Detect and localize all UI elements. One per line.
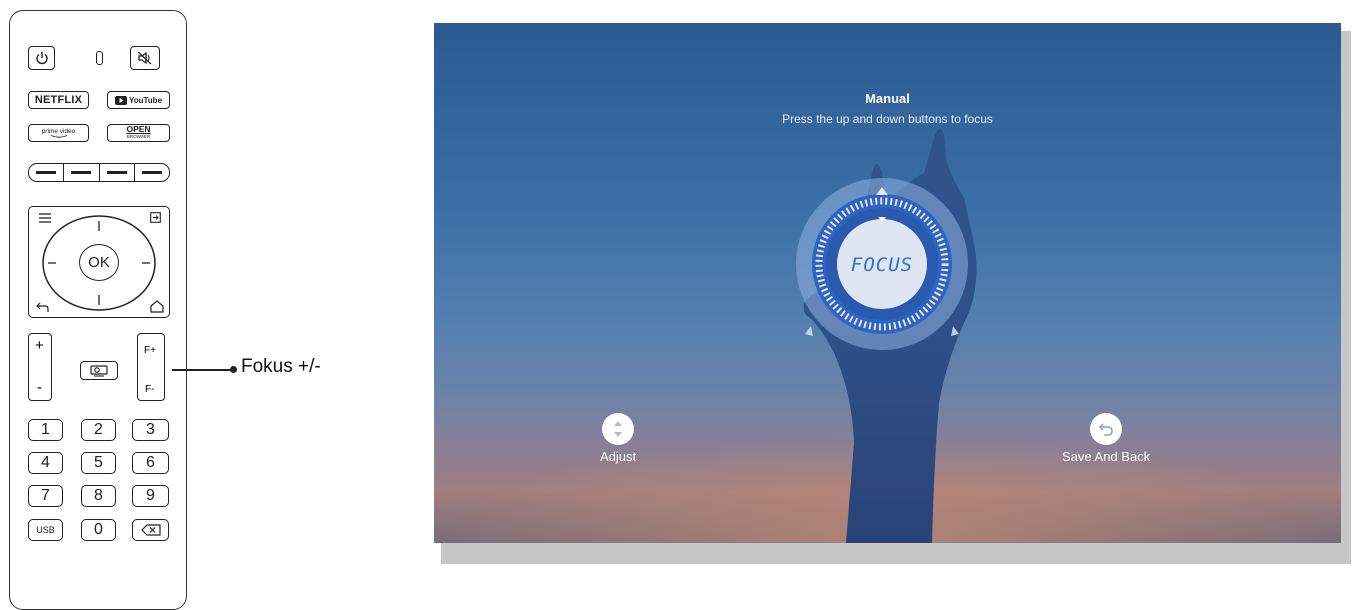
focus-rocker[interactable]: F+ F- <box>137 333 165 401</box>
usb-button[interactable]: USB <box>28 519 63 541</box>
callout-line <box>172 369 232 371</box>
ok-button[interactable]: OK <box>79 244 119 281</box>
projector-icon <box>90 364 108 377</box>
power-button[interactable] <box>28 46 55 70</box>
volume-down-label: - <box>37 379 42 396</box>
screen-subtitle: Press the up and down buttons to focus <box>782 112 993 126</box>
youtube-button[interactable]: YouTube <box>107 91 170 109</box>
prime-video-button[interactable]: prime video <box>28 124 89 142</box>
color-key-1[interactable] <box>29 164 65 181</box>
mute-button[interactable] <box>130 46 160 70</box>
back-icon[interactable] <box>36 302 49 313</box>
projector-screen: Manual Press the up and down buttons to … <box>434 23 1341 543</box>
updown-arrows-icon <box>602 413 635 445</box>
color-key-4[interactable] <box>135 164 169 181</box>
digit-0-button[interactable]: 0 <box>81 519 116 541</box>
save-back-label: Save And Back <box>1062 449 1151 464</box>
focus-dial[interactable]: FOCUS <box>795 177 969 351</box>
projector-button[interactable] <box>80 361 118 380</box>
digit-8-button[interactable]: 8 <box>81 485 116 507</box>
home-icon[interactable] <box>150 300 164 313</box>
power-icon <box>35 52 48 65</box>
netflix-button[interactable]: NETFLIX <box>28 91 89 109</box>
focus-up-label: F+ <box>144 345 156 356</box>
callout-label: Fokus +/- <box>241 356 321 377</box>
digit-7-button[interactable]: 7 <box>28 485 63 507</box>
screen-title: Manual <box>865 91 910 106</box>
color-keys-bar <box>28 163 170 182</box>
digit-9-button[interactable]: 9 <box>132 485 169 507</box>
digit-3-button[interactable]: 3 <box>132 419 169 441</box>
digit-1-button[interactable]: 1 <box>28 419 63 441</box>
dial-right-arrow-icon <box>951 326 959 336</box>
callout-dot <box>230 366 237 373</box>
adjust-label: Adjust <box>600 449 637 464</box>
digit-6-button[interactable]: 6 <box>132 452 169 474</box>
color-key-2[interactable] <box>64 164 100 181</box>
remote-control: NETFLIX YouTube prime video OPEN BROWSER… <box>9 10 187 610</box>
color-key-3[interactable] <box>100 164 135 181</box>
delete-button[interactable] <box>132 519 169 541</box>
youtube-play-icon <box>114 95 127 105</box>
adjust-hint[interactable]: Adjust <box>600 413 636 464</box>
digit-4-button[interactable]: 4 <box>28 452 63 474</box>
mute-icon <box>137 51 152 65</box>
backspace-icon <box>140 524 161 536</box>
focus-dial-label: FOCUS <box>851 254 913 276</box>
focus-down-label: F- <box>145 384 155 395</box>
open-browser-button[interactable]: OPEN BROWSER <box>107 124 170 142</box>
prime-smile-icon <box>50 134 67 138</box>
volume-rocker[interactable]: + - <box>28 333 52 401</box>
digit-2-button[interactable]: 2 <box>81 419 116 441</box>
dial-left-arrow-icon <box>805 326 813 336</box>
return-icon <box>1090 413 1123 445</box>
digit-5-button[interactable]: 5 <box>81 452 116 474</box>
navigation-pad-frame: OK <box>28 206 170 318</box>
save-back-hint[interactable]: Save And Back <box>1062 413 1150 464</box>
volume-up-label: + <box>35 337 44 354</box>
indicator-led-icon <box>96 51 103 65</box>
